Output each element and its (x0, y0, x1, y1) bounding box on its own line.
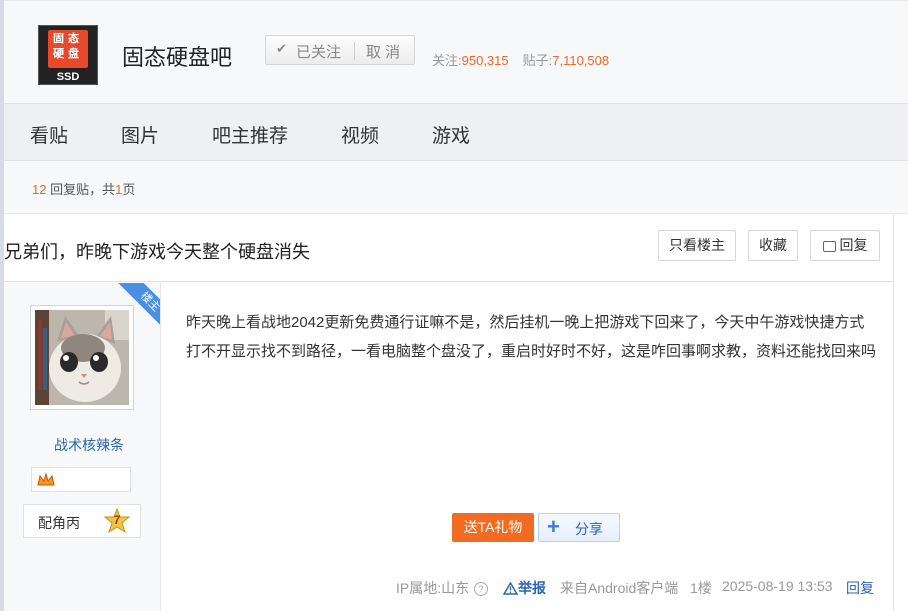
thread-title: 兄弟们，昨晚下游戏今天整个硬盘消失 (4, 242, 310, 262)
followers-count: 950,315 (461, 53, 509, 68)
unfollow-button[interactable]: 取 消 (366, 41, 400, 62)
reply-count: 12 (32, 182, 47, 197)
checkmark-icon: ✔ (276, 41, 287, 56)
logo-ssd-text: SSD (56, 71, 80, 83)
user-level: 7 (113, 513, 121, 527)
reply-button-label: 回复 (839, 237, 868, 253)
share-label: 分享 (575, 521, 603, 537)
avatar-image (35, 310, 129, 405)
tab-threads[interactable]: 看贴 (30, 121, 68, 148)
ip-location: IP属地:山东 (396, 580, 470, 596)
avatar[interactable] (30, 305, 134, 410)
reply-text: 回复贴，共 (46, 182, 116, 197)
follow-button[interactable]: ✔ 已关注 取 消 (265, 35, 415, 65)
pages-suffix: 页 (122, 182, 136, 197)
post-timestamp: 2025-08-19 13:53 (722, 578, 833, 594)
report-link[interactable]: 举报 (502, 578, 546, 598)
logo-char: 固 (53, 33, 64, 45)
logo-char: 硬 (53, 48, 64, 60)
reply-link[interactable]: 回复 (846, 578, 874, 598)
tab-images[interactable]: 图片 (121, 121, 159, 148)
report-label: 举报 (518, 580, 546, 596)
forum-stats: 关注:950,315 贴子:7,110,508 (432, 50, 609, 69)
logo-char: 盘 (68, 48, 79, 60)
client-text: 来自Android客户端 (560, 580, 679, 596)
rank-box: 配角丙 7 (23, 504, 141, 538)
reply-summary: 12 回复贴，共1页 (32, 179, 135, 198)
warning-icon (502, 581, 519, 598)
divider (893, 214, 894, 611)
level-star-icon: 7 (103, 507, 131, 534)
reply-button[interactable]: 回复 (810, 230, 880, 261)
followed-label: 已关注 (296, 44, 342, 61)
posts-label: 贴子: (522, 53, 553, 68)
share-button[interactable]: + 分享 (538, 513, 620, 542)
tab-videos[interactable]: 视频 (341, 121, 379, 148)
tab-games[interactable]: 游戏 (432, 121, 470, 148)
forum-logo[interactable]: 固 态 硬 盘 SSD (38, 25, 98, 85)
divider (354, 42, 355, 60)
forum-nav: 看贴 图片 吧主推荐 视频 游戏 (4, 103, 908, 161)
author-username[interactable]: 战术核辣条 (4, 435, 174, 455)
help-icon[interactable]: ? (474, 579, 488, 596)
followers-label: 关注: (432, 53, 462, 68)
comment-icon (822, 240, 836, 252)
forum-name[interactable]: 固态硬盘吧 (122, 40, 232, 72)
tab-recommended[interactable]: 吧主推荐 (212, 121, 288, 148)
favorite-button[interactable]: 收藏 (748, 230, 798, 261)
post-content: 昨天晚上看战地2042更新免费通行证嘛不是，然后挂机一晚上把游戏下回来了，今天中… (186, 314, 877, 360)
thread-title-bar: 兄弟们，昨晚下游戏今天整个硬盘消失 只看楼主 收藏 回复 (0, 214, 894, 282)
floor-number: 1楼 (690, 580, 712, 596)
thread-pager: 12 回复贴，共1页 (4, 161, 908, 214)
plus-icon: + (547, 514, 560, 539)
logo-char: 态 (68, 33, 79, 45)
rank-title: 配角丙 (38, 515, 80, 531)
posts-count: 7,110,508 (552, 53, 610, 68)
send-gift-button[interactable]: 送TA礼物 (452, 513, 534, 542)
user-badge-box (31, 467, 131, 492)
crown-icon (37, 472, 55, 493)
only-op-button[interactable]: 只看楼主 (658, 230, 736, 261)
client-source: 来自Android客户端 (560, 578, 678, 598)
